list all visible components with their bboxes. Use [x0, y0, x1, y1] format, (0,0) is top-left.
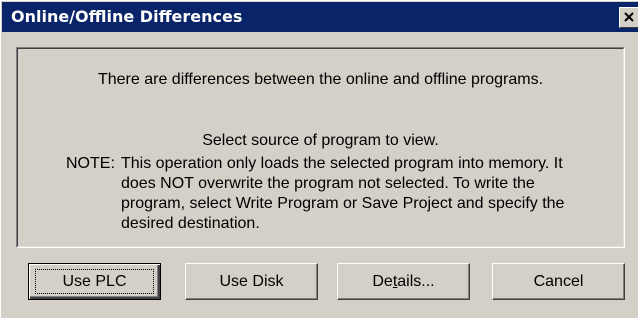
note-label: NOTE:	[66, 155, 115, 172]
close-icon	[624, 12, 634, 22]
details-label-start: De	[372, 273, 393, 290]
note-text: This operation only loads the selected p…	[121, 155, 565, 232]
use-disk-button[interactable]: Use Disk	[185, 263, 318, 300]
title-bar[interactable]: Online/Offline Differences	[2, 2, 638, 32]
use-plc-button[interactable]: Use PLC	[28, 263, 161, 300]
cancel-label: Cancel	[533, 273, 584, 290]
details-label-end: ails...	[397, 273, 435, 290]
close-button[interactable]	[619, 7, 638, 28]
details-label: Details...	[372, 273, 434, 290]
differences-message: There are differences between the online…	[97, 71, 544, 88]
window-title: Online/Offline Differences	[11, 7, 243, 26]
message-panel-inner: There are differences between the online…	[17, 48, 624, 247]
cancel-button[interactable]: Cancel	[492, 263, 625, 300]
message-panel: There are differences between the online…	[16, 47, 625, 248]
details-button[interactable]: Details...	[337, 263, 470, 300]
use-disk-label: Use Disk	[219, 273, 284, 290]
online-offline-differences-dialog: Online/Offline Differences There are dif…	[0, 0, 638, 318]
select-source-message: Select source of program to view.	[202, 132, 439, 149]
use-plc-label: Use PLC	[62, 273, 127, 290]
